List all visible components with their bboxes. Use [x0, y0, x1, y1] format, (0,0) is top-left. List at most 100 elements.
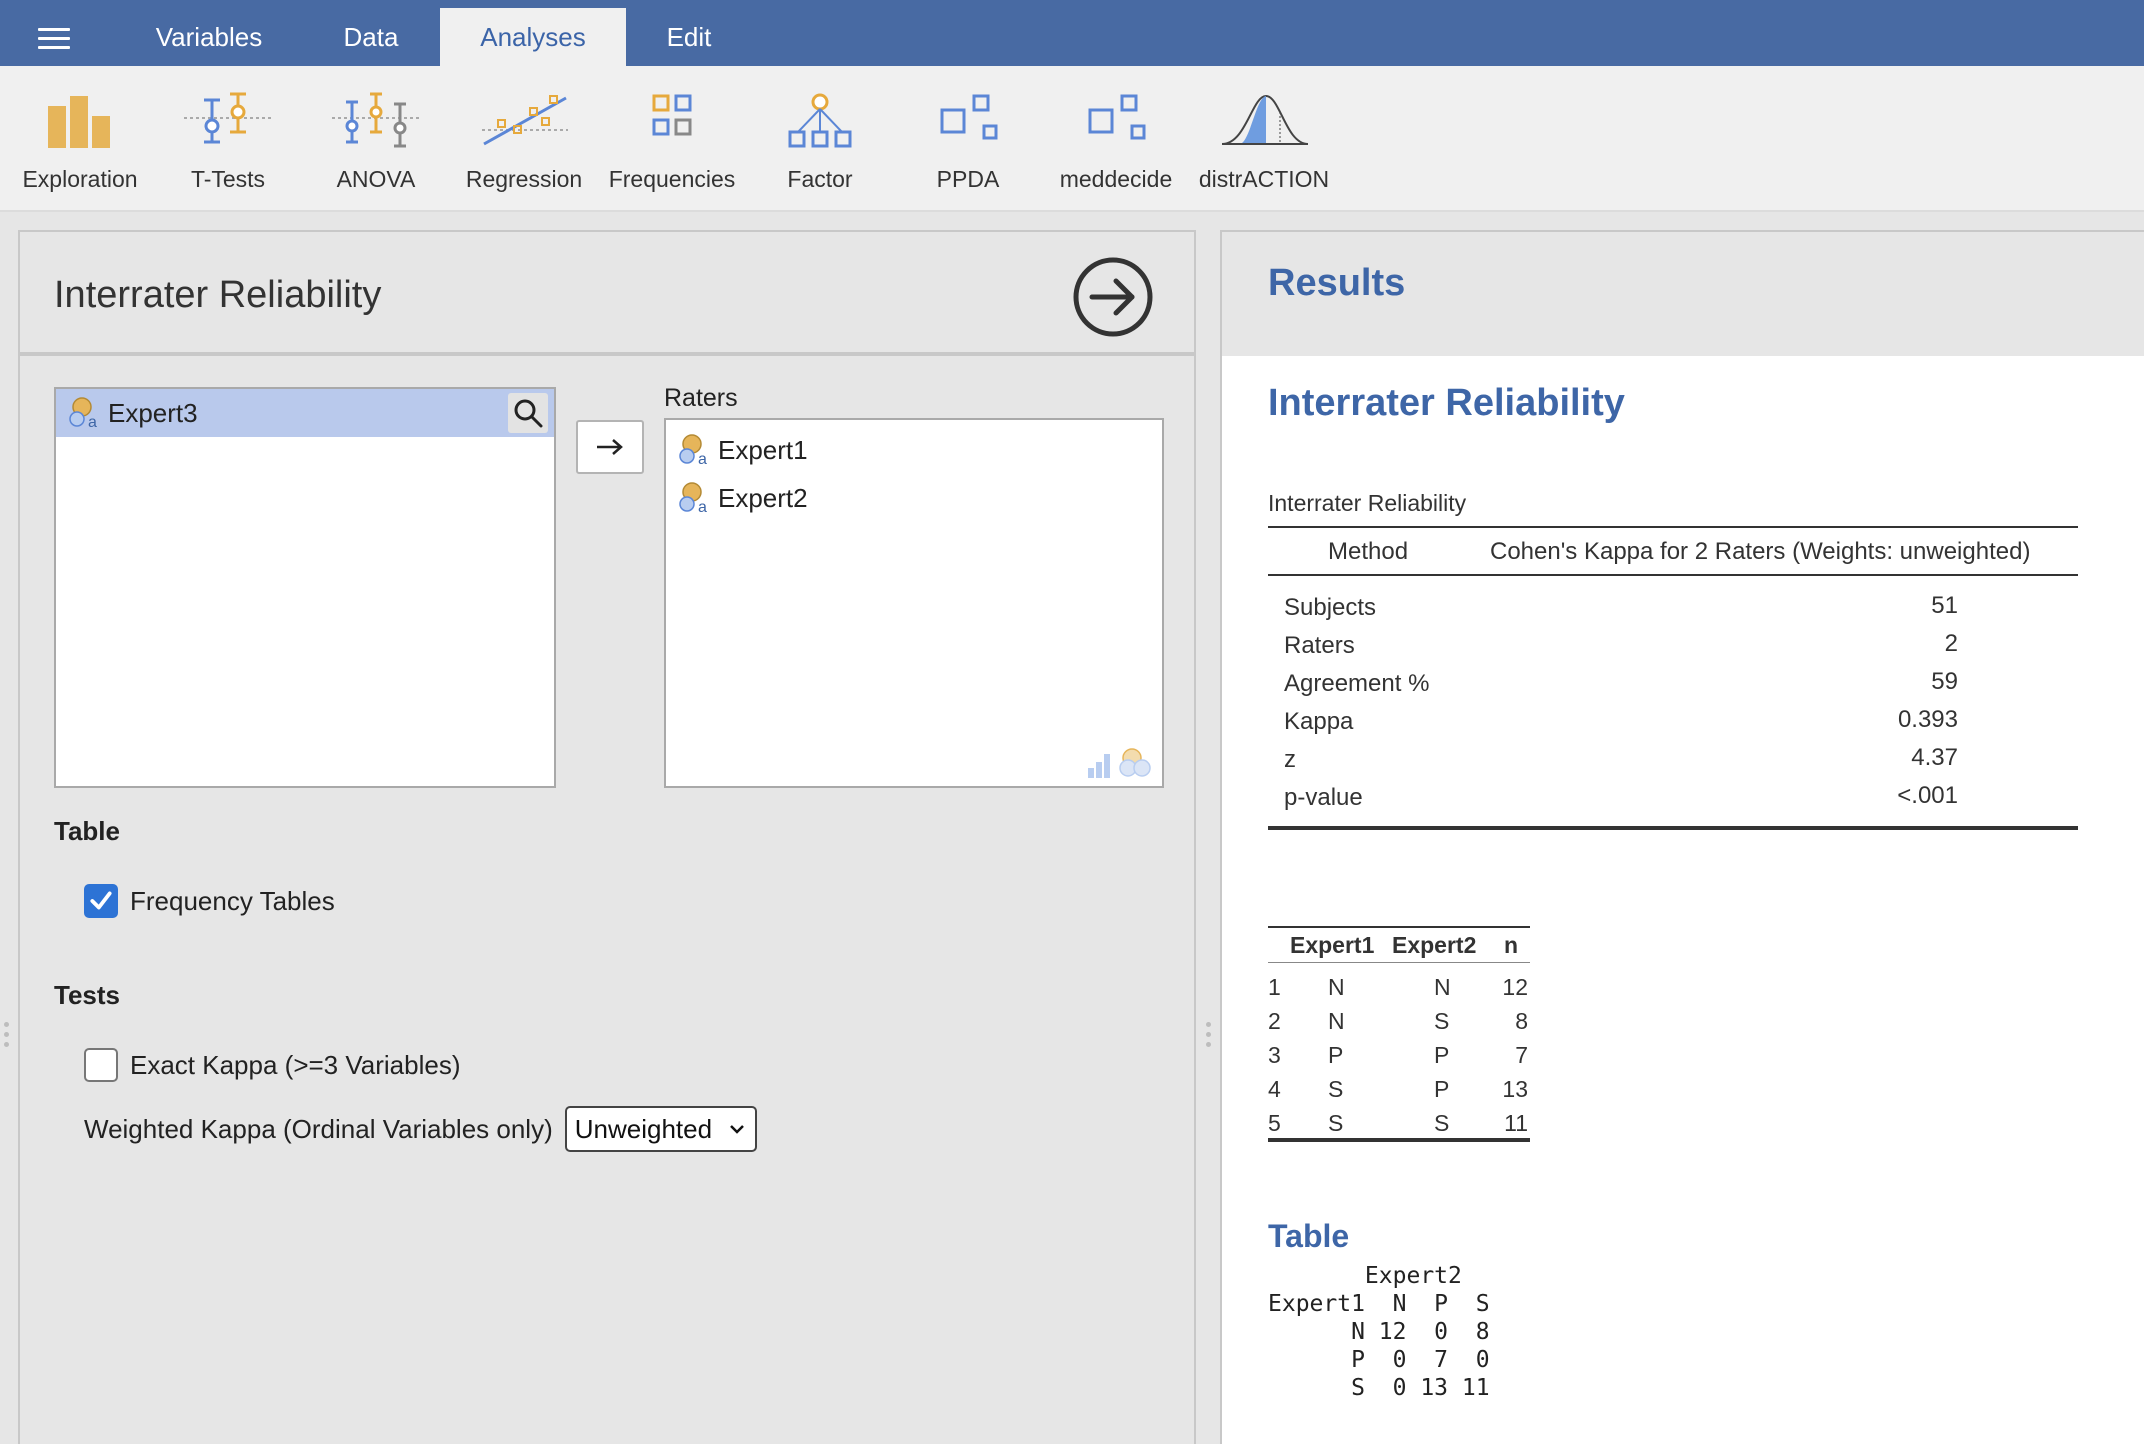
- freq-table-top-rule: [1268, 926, 1530, 928]
- search-button[interactable]: [508, 393, 548, 433]
- table-header-rule: [1268, 574, 2078, 576]
- ribbon-label: PPDA: [936, 166, 1000, 192]
- rater-name: Expert1: [718, 434, 808, 465]
- t-tests-icon: [184, 92, 272, 144]
- freq-cell: 1: [1268, 974, 1281, 1000]
- frequency-tables-checkbox[interactable]: [84, 884, 118, 918]
- panel-title: Interrater Reliability: [54, 274, 382, 316]
- row-value: 51: [1931, 592, 1958, 619]
- regression-button[interactable]: Regression: [450, 92, 598, 202]
- available-variables-list[interactable]: a Expert3: [54, 387, 556, 788]
- ribbon-label: meddecide: [1059, 166, 1173, 192]
- nominal-variable-icon: a: [69, 397, 97, 431]
- ribbon-label: T-Tests: [190, 166, 266, 192]
- freq-cell: 12: [1502, 974, 1528, 1000]
- analyses-ribbon: Exploration T-Tests ANOVA Regression Fre…: [0, 66, 2144, 212]
- ribbon-label: ANOVA: [336, 166, 416, 192]
- distraction-button[interactable]: distrACTION: [1190, 92, 1338, 202]
- freq-cell: S: [1434, 1110, 1450, 1136]
- freq-cell: N: [1328, 1008, 1345, 1034]
- column-header-kappa: Cohen's Kappa for 2 Raters (Weights: unw…: [1490, 538, 2031, 565]
- factor-button[interactable]: Factor: [746, 92, 894, 202]
- frequencies-icon: [652, 94, 692, 136]
- search-icon: [514, 399, 543, 428]
- freq-cell: 2: [1268, 1008, 1281, 1034]
- results-heading: Interrater Reliability: [1268, 382, 1625, 424]
- freq-cell: 13: [1502, 1076, 1528, 1102]
- freq-cell: N: [1328, 974, 1345, 1000]
- freq-cell: 4: [1268, 1076, 1281, 1102]
- distribution-curve-icon: [1221, 94, 1309, 145]
- title-divider: [20, 352, 1194, 356]
- tab-variables[interactable]: Variables: [126, 8, 292, 66]
- panel-splitter-handle[interactable]: [1206, 1022, 1212, 1052]
- weighted-kappa-select[interactable]: Unweighted: [564, 1106, 757, 1152]
- ppda-icon: [940, 94, 998, 140]
- menu-icon[interactable]: [38, 28, 70, 50]
- row-value: 0.393: [1897, 706, 1958, 733]
- row-label: p-value: [1284, 784, 1363, 811]
- results-panel: Results Interrater Reliability Interrate…: [1220, 230, 2144, 1444]
- tests-section-heading: Tests: [54, 980, 120, 1010]
- exploration-icon: [48, 96, 110, 148]
- freq-header-expert1: Expert1: [1290, 932, 1375, 958]
- freq-cell: 7: [1515, 1042, 1528, 1068]
- exact-kappa-option[interactable]: Exact Kappa (>=3 Variables): [84, 1048, 460, 1082]
- freq-cell: P: [1328, 1042, 1344, 1068]
- weighted-kappa-option: Weighted Kappa (Ordinal Variables only) …: [84, 1106, 757, 1152]
- rater-name: Expert2: [718, 482, 808, 513]
- freq-header-n: n: [1504, 932, 1519, 958]
- crosstab-output: Expert2 Expert1 N P S N 12 0 8 P 0 7 0 S…: [1268, 1263, 1490, 1401]
- ribbon-label: Exploration: [22, 166, 138, 192]
- row-label: Agreement %: [1284, 670, 1430, 697]
- raters-label: Raters: [664, 384, 738, 412]
- freq-cell: P: [1434, 1076, 1450, 1102]
- ribbon-label: Factor: [787, 166, 853, 192]
- ribbon-label: Regression: [465, 166, 583, 192]
- regression-icon: [482, 95, 568, 146]
- weighted-kappa-value: Unweighted: [574, 1113, 713, 1144]
- anova-icon: [332, 92, 420, 148]
- anova-button[interactable]: ANOVA: [302, 92, 450, 202]
- ribbon-label: Frequencies: [608, 166, 736, 192]
- rater-item[interactable]: a Expert2: [666, 474, 1162, 522]
- freq-cell: S: [1328, 1076, 1344, 1102]
- row-label: Subjects: [1284, 594, 1377, 621]
- freq-table-bottom-rule: [1268, 1138, 1530, 1142]
- options-panel: Interrater Reliability a Expert3 Raters …: [18, 230, 1196, 1444]
- frequency-tables-option[interactable]: Frequency Tables: [84, 884, 335, 918]
- svg-text:a: a: [698, 451, 707, 468]
- ppda-button[interactable]: PPDA: [894, 92, 1042, 202]
- tab-analyses[interactable]: Analyses: [440, 8, 626, 66]
- left-splitter-handle[interactable]: [4, 1022, 10, 1052]
- exact-kappa-checkbox[interactable]: [84, 1048, 118, 1082]
- freq-cell: 5: [1268, 1110, 1281, 1136]
- table-heading: Table: [1268, 1218, 1350, 1254]
- frequencies-button[interactable]: Frequencies: [598, 92, 746, 202]
- row-value: 2: [1944, 630, 1958, 657]
- row-label: Raters: [1284, 632, 1355, 659]
- svg-text:a: a: [88, 414, 97, 431]
- variable-types-icon: [1088, 748, 1151, 778]
- raters-list[interactable]: a Expert1 a Expert2: [664, 418, 1164, 788]
- move-variable-button[interactable]: [576, 420, 644, 474]
- checkmark-icon: [90, 891, 112, 910]
- meddecide-button[interactable]: meddecide: [1042, 92, 1190, 202]
- results-title: Results: [1268, 262, 1406, 304]
- exploration-button[interactable]: Exploration: [6, 92, 154, 202]
- weighted-kappa-label: Weighted Kappa (Ordinal Variables only): [84, 1113, 553, 1144]
- freq-cell: N: [1434, 974, 1451, 1000]
- run-arrow-button[interactable]: [1072, 256, 1154, 338]
- arrow-right-icon: [597, 439, 623, 455]
- frequency-tables-label: Frequency Tables: [130, 885, 335, 916]
- row-label: z: [1284, 746, 1296, 773]
- rater-item[interactable]: a Expert1: [666, 426, 1162, 474]
- results-header: Results: [1222, 232, 2144, 356]
- variable-item[interactable]: a Expert3: [56, 389, 554, 437]
- t-tests-button[interactable]: T-Tests: [154, 92, 302, 202]
- row-value: <.001: [1897, 782, 1958, 809]
- tab-data[interactable]: Data: [300, 8, 442, 66]
- tab-edit[interactable]: Edit: [626, 8, 752, 66]
- freq-cell: S: [1328, 1110, 1344, 1136]
- factor-icon: [788, 93, 852, 148]
